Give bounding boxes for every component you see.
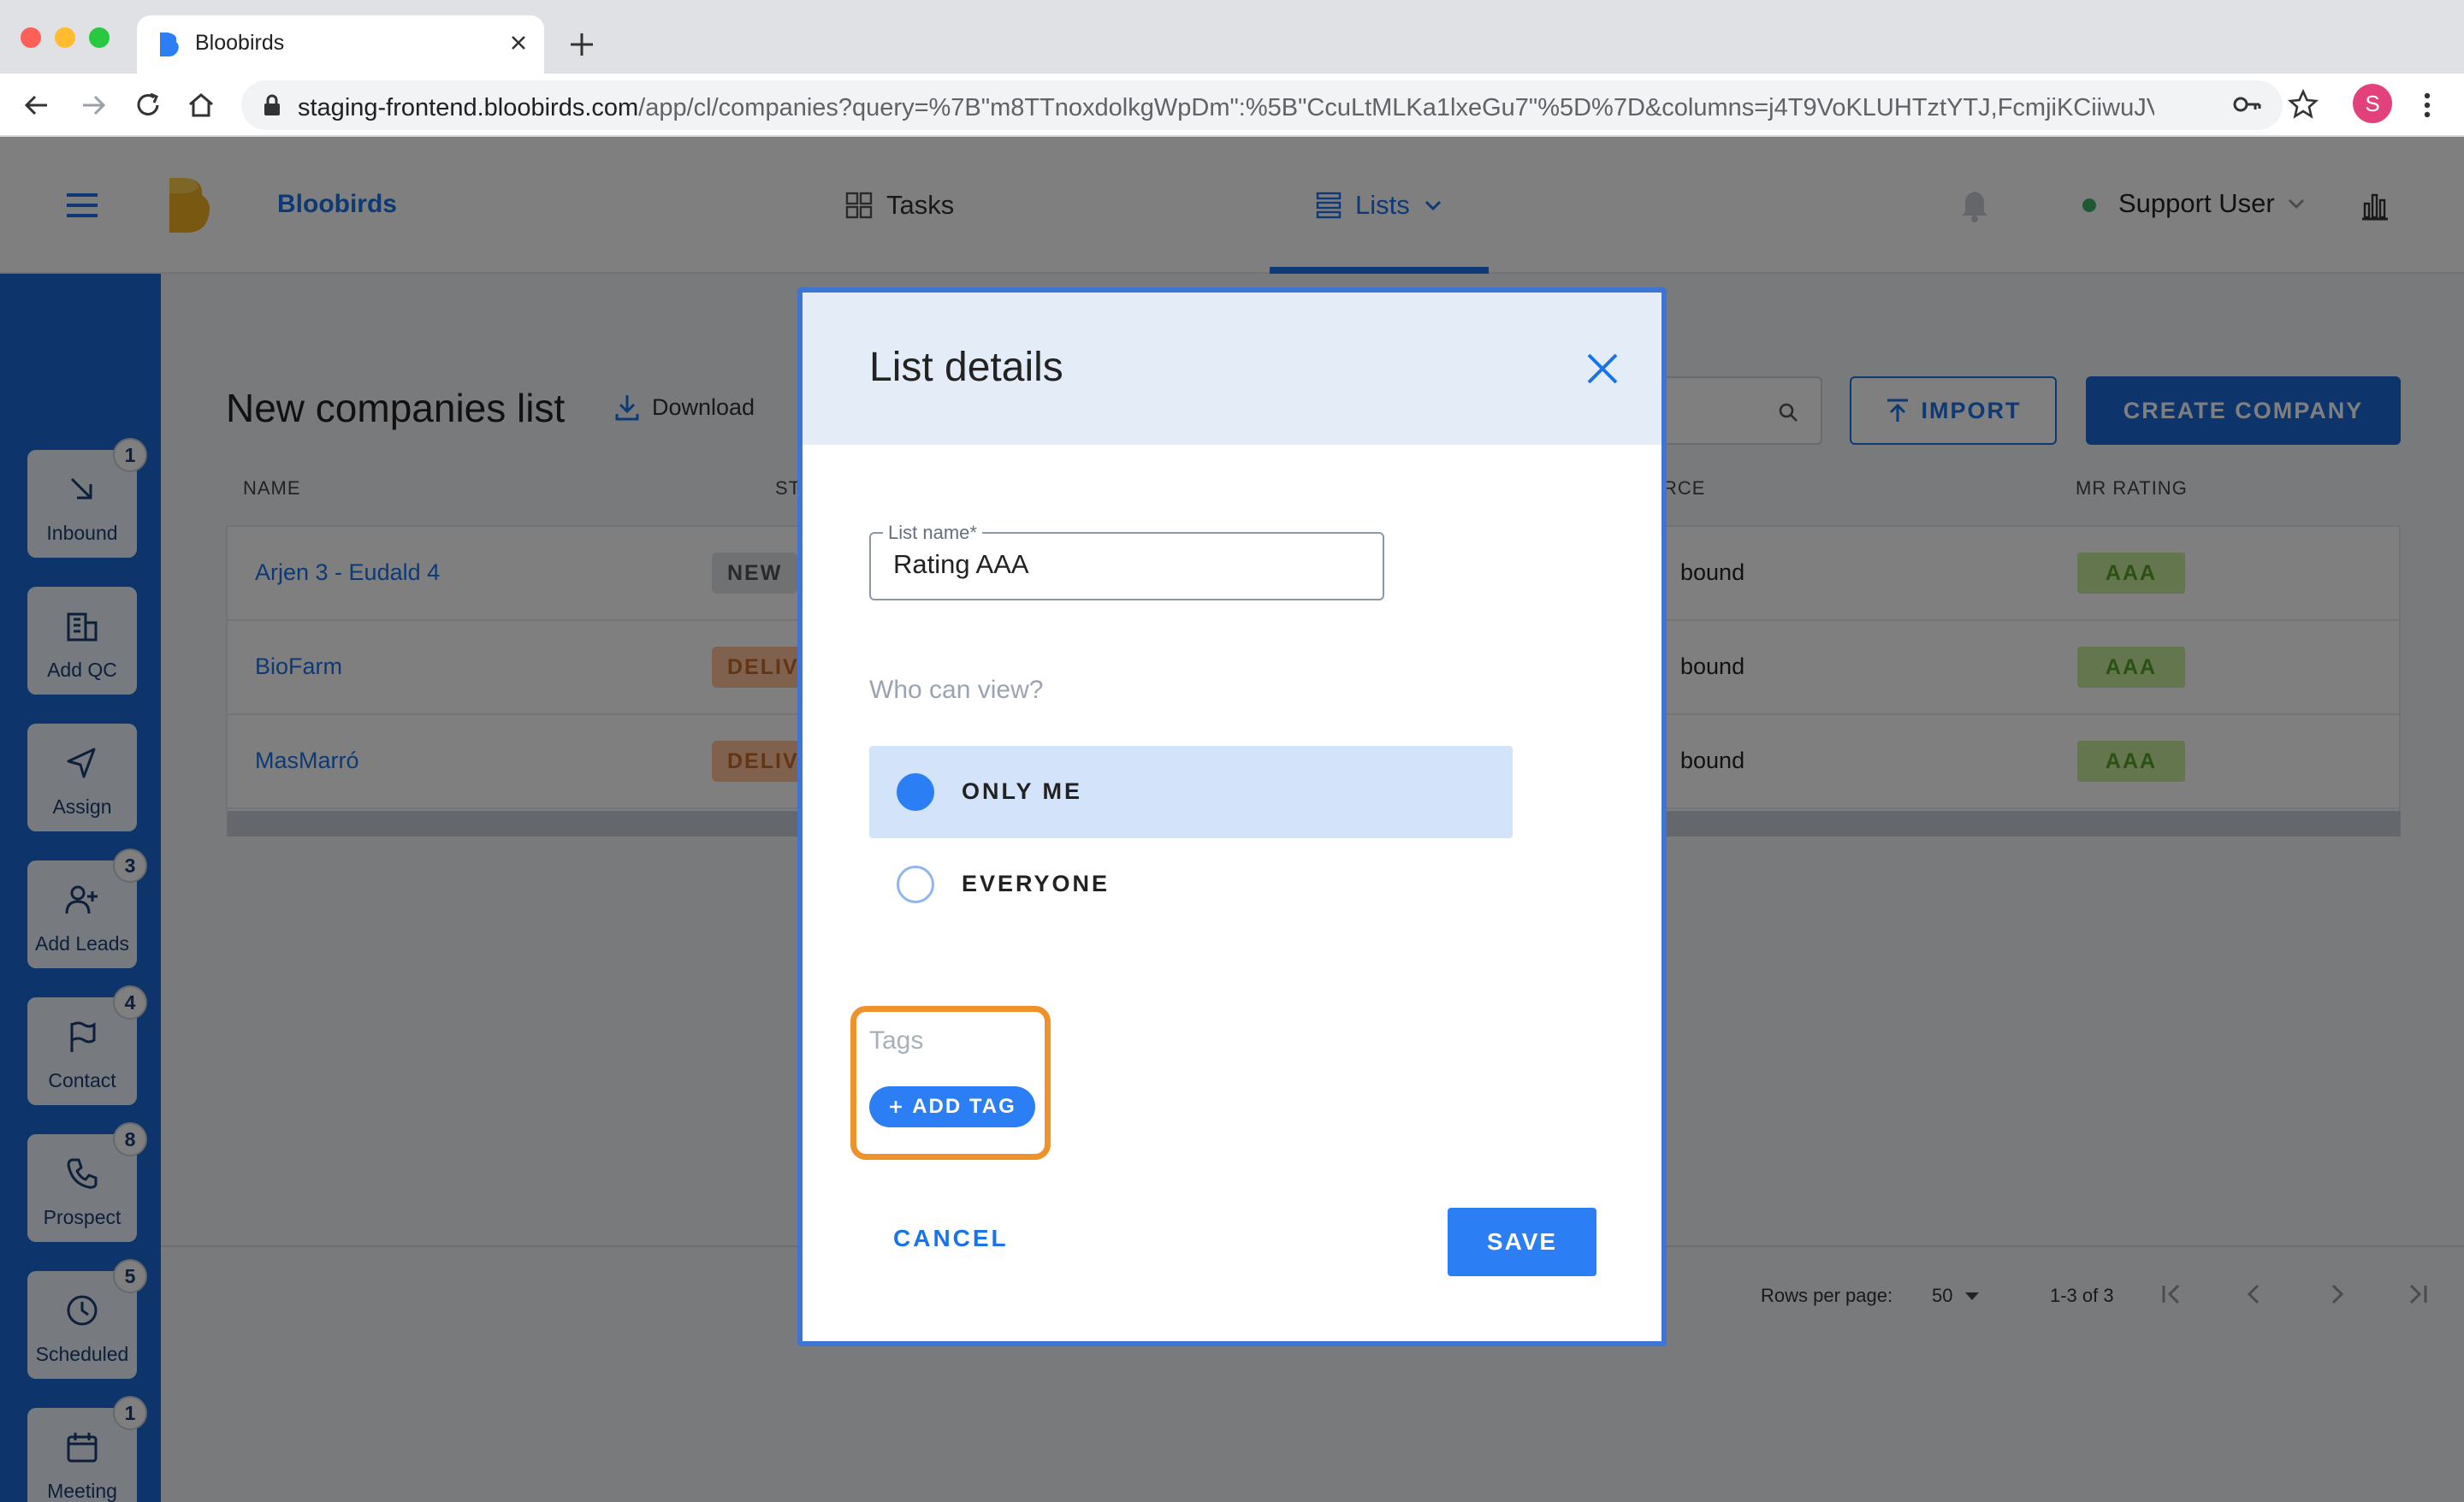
bookmark-star-icon[interactable] [2286, 87, 2320, 121]
address-bar-row: staging-frontend.bloobirds.com/app/cl/co… [0, 74, 2464, 137]
list-name-label: List name* [883, 522, 982, 544]
radio-unselected[interactable] [897, 866, 934, 903]
dialog-header: List details [803, 293, 1661, 445]
add-tag-label: ADD TAG [912, 1095, 1016, 1118]
visibility-option-everyone[interactable]: EVERYONE [869, 838, 1513, 931]
list-name-field[interactable]: List name* [869, 522, 1384, 600]
close-tab-icon[interactable] [505, 29, 532, 56]
visibility-label: Who can view? [869, 676, 1044, 704]
cancel-button[interactable]: CANCEL [893, 1225, 1009, 1252]
close-window-button[interactable] [21, 27, 41, 48]
visibility-option-only-me[interactable]: ONLY ME [869, 746, 1513, 838]
new-tab-icon[interactable] [566, 29, 597, 60]
dialog-title: List details [869, 345, 1063, 390]
forward-icon[interactable] [77, 89, 110, 121]
add-tag-button[interactable]: ADD TAG [869, 1086, 1035, 1127]
browser-tab-bar: Bloobirds [0, 0, 2464, 74]
back-icon[interactable] [21, 89, 53, 121]
option-label: ONLY ME [962, 778, 1083, 804]
url-text: staging-frontend.bloobirds.com/app/cl/co… [298, 94, 2154, 121]
lock-icon [264, 94, 280, 115]
home-icon[interactable] [185, 89, 217, 121]
minimize-window-button[interactable] [55, 27, 75, 48]
radio-selected[interactable] [897, 773, 934, 811]
maximize-window-button[interactable] [89, 27, 110, 48]
omnibox[interactable]: staging-frontend.bloobirds.com/app/cl/co… [241, 80, 2319, 130]
list-details-dialog: List details List name* Who can view? ON… [797, 287, 1667, 1346]
key-icon[interactable] [2231, 89, 2262, 120]
list-name-input[interactable] [893, 549, 1372, 580]
browser-tab[interactable]: Bloobirds [137, 15, 544, 74]
plus-icon [890, 1101, 903, 1113]
bloobirds-favicon-icon [160, 33, 179, 57]
save-button[interactable]: SAVE [1448, 1208, 1596, 1276]
profile-avatar[interactable]: S [2353, 84, 2392, 123]
browser-menu-icon[interactable] [2414, 89, 2440, 121]
tags-label: Tags [869, 1026, 924, 1055]
option-label: EVERYONE [962, 871, 1111, 896]
tab-title: Bloobirds [195, 31, 285, 55]
close-icon[interactable] [1584, 351, 1620, 387]
reload-icon[interactable] [132, 89, 164, 121]
